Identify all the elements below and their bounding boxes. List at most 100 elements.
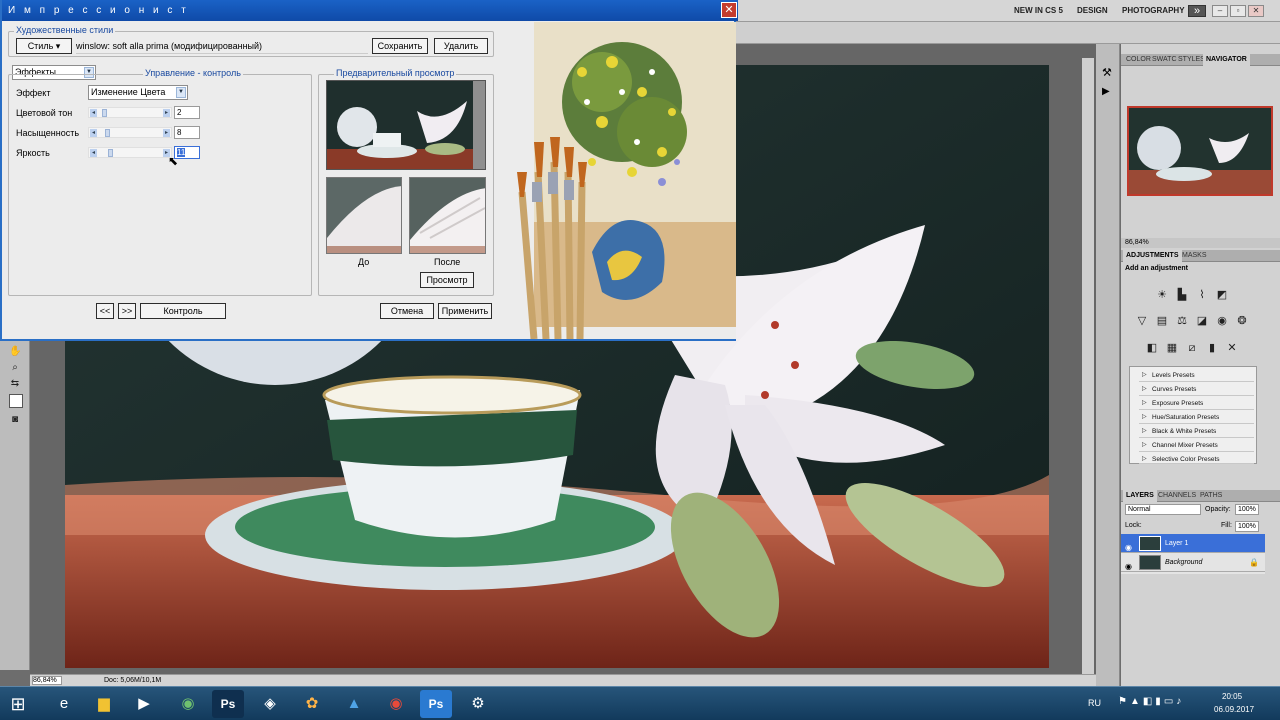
- layer-row-layer-1[interactable]: ◉ Layer 1: [1121, 534, 1265, 553]
- apply-button[interactable]: Применить: [438, 303, 492, 319]
- main-preview-image[interactable]: [326, 80, 486, 170]
- color-balance-icon[interactable]: ⚖: [1175, 314, 1189, 328]
- preview-button[interactable]: Просмотр: [420, 272, 474, 288]
- triangle-app-icon[interactable]: ▲: [338, 690, 370, 718]
- hue-slider-thumb[interactable]: [102, 109, 107, 117]
- preset-hue-saturation[interactable]: Hue/Saturation Presets: [1139, 411, 1254, 424]
- gradient-map-icon[interactable]: ▮: [1205, 341, 1219, 355]
- next-style-button[interactable]: >>: [118, 303, 136, 319]
- hue-slider[interactable]: ◂ ▸: [88, 107, 172, 118]
- file-explorer-icon[interactable]: ▆: [88, 690, 120, 718]
- close-app-button[interactable]: ✕: [1248, 5, 1264, 17]
- slider-left-arrow-icon[interactable]: ◂: [90, 129, 97, 137]
- hue-saturation-icon[interactable]: ▤: [1155, 314, 1169, 328]
- chrome-icon[interactable]: ◉: [380, 690, 412, 718]
- effect-select-value: Изменение Цвета: [91, 87, 166, 97]
- workspace-design[interactable]: DESIGN: [1077, 6, 1108, 15]
- status-zoom[interactable]: 86,84%: [32, 676, 62, 685]
- lock-label: Lock:: [1125, 522, 1142, 529]
- opacity-input[interactable]: 100%: [1235, 504, 1259, 515]
- restore-button[interactable]: ▫: [1230, 5, 1246, 17]
- app-icon[interactable]: ◈: [254, 690, 286, 718]
- preset-curves[interactable]: Curves Presets: [1139, 383, 1254, 396]
- paint-app-icon[interactable]: ✿: [296, 690, 328, 718]
- saturation-slider[interactable]: ◂ ▸: [88, 127, 172, 138]
- vibrance-icon[interactable]: ▽: [1135, 314, 1149, 328]
- tab-channels[interactable]: CHANNELS: [1155, 490, 1199, 502]
- hand-tool-icon[interactable]: ✋: [9, 346, 21, 358]
- layer-row-background[interactable]: ◉ Background 🔒: [1121, 553, 1265, 572]
- slider-right-arrow-icon[interactable]: ▸: [163, 129, 170, 137]
- slider-right-arrow-icon[interactable]: ▸: [163, 109, 170, 117]
- selective-color-icon[interactable]: ✕: [1225, 341, 1239, 355]
- invert-icon[interactable]: ◧: [1145, 341, 1159, 355]
- slider-left-arrow-icon[interactable]: ◂: [90, 109, 97, 117]
- brightness-slider[interactable]: ◂ ▸: [88, 147, 172, 158]
- navigator-zoom[interactable]: 86,84%: [1121, 238, 1280, 248]
- clock-time[interactable]: 20:05: [1222, 692, 1242, 701]
- channel-mixer-icon[interactable]: ❂: [1235, 314, 1249, 328]
- levels-icon[interactable]: ▙: [1175, 288, 1189, 302]
- control-button[interactable]: Контроль: [140, 303, 226, 319]
- internet-explorer-icon[interactable]: e: [48, 690, 80, 718]
- start-button-icon[interactable]: ⊞: [2, 690, 34, 718]
- saturation-input[interactable]: 8: [174, 126, 200, 139]
- swap-colors-icon[interactable]: ⇆: [9, 378, 21, 390]
- photoshop-icon-1[interactable]: Ps: [212, 690, 244, 718]
- more-workspaces-button[interactable]: »: [1188, 5, 1206, 17]
- tab-masks[interactable]: MASKS: [1179, 250, 1210, 262]
- navigator-thumbnail[interactable]: [1127, 106, 1273, 196]
- foreground-color-swatch[interactable]: [9, 394, 23, 408]
- navigator-tabs: COLOR SWATC STYLES NAVIGATOR: [1121, 54, 1280, 66]
- hue-input[interactable]: 2: [174, 106, 200, 119]
- cancel-button[interactable]: Отмена: [380, 303, 434, 319]
- style-name-field[interactable]: winslow: soft alla prima (модифицированн…: [76, 38, 368, 54]
- delete-style-button[interactable]: Удалить: [434, 38, 488, 54]
- preset-channel-mixer[interactable]: Channel Mixer Presets: [1139, 439, 1254, 452]
- black-white-icon[interactable]: ◪: [1195, 314, 1209, 328]
- clock-date[interactable]: 06.09.2017: [1214, 705, 1254, 714]
- prev-style-button[interactable]: <<: [96, 303, 114, 319]
- curves-icon[interactable]: ⌇: [1195, 288, 1209, 302]
- tray-icons[interactable]: ⚑▲◧▮▭♪: [1118, 696, 1184, 707]
- style-menu-button[interactable]: Стиль ▾: [16, 38, 72, 54]
- preset-exposure[interactable]: Exposure Presets: [1139, 397, 1254, 410]
- effect-select[interactable]: Изменение Цвета ▼: [88, 85, 188, 100]
- posterize-icon[interactable]: ▦: [1165, 341, 1179, 355]
- dialog-title: И м п р е с с и о н и с т: [2, 0, 738, 21]
- canvas-vertical-scrollbar[interactable]: [1082, 58, 1094, 674]
- tab-layers[interactable]: LAYERS: [1123, 490, 1157, 502]
- tab-paths[interactable]: PATHS: [1197, 490, 1225, 502]
- workspace-photography[interactable]: PHOTOGRAPHY: [1122, 6, 1185, 15]
- photo-filter-icon[interactable]: ◉: [1215, 314, 1229, 328]
- threshold-icon[interactable]: ⧄: [1185, 341, 1199, 355]
- brightness-icon[interactable]: ☀: [1155, 288, 1169, 302]
- fill-input[interactable]: 100%: [1235, 521, 1259, 532]
- visibility-eye-icon[interactable]: ◉: [1125, 557, 1132, 576]
- tool-app-icon[interactable]: ⚙: [462, 690, 494, 718]
- tab-adjustments[interactable]: ADJUSTMENTS: [1123, 250, 1182, 262]
- flowers-and-brushes-art: [512, 22, 736, 339]
- preset-black-white[interactable]: Black & White Presets: [1139, 425, 1254, 438]
- presets-list: Levels Presets Curves Presets Exposure P…: [1129, 366, 1257, 466]
- media-player-icon[interactable]: ▶: [128, 690, 160, 718]
- dialog-close-button[interactable]: ✕: [721, 2, 737, 18]
- history-icon[interactable]: ⚒: [1102, 66, 1112, 79]
- quick-mask-icon[interactable]: ◙: [9, 414, 21, 426]
- tab-navigator[interactable]: NAVIGATOR: [1203, 54, 1250, 66]
- workspace-new-in-cs5[interactable]: NEW IN CS 5: [1014, 6, 1063, 15]
- slider-left-arrow-icon[interactable]: ◂: [90, 149, 97, 157]
- brightness-slider-thumb[interactable]: [108, 149, 113, 157]
- minimize-button[interactable]: –: [1212, 5, 1228, 17]
- save-style-button[interactable]: Сохранить: [372, 38, 428, 54]
- actions-icon[interactable]: ▶: [1102, 86, 1110, 97]
- photoshop-icon-2[interactable]: Ps: [420, 690, 452, 718]
- preset-selective-color[interactable]: Selective Color Presets: [1139, 453, 1254, 466]
- blend-mode-select[interactable]: Normal: [1125, 504, 1201, 515]
- language-indicator[interactable]: RU: [1088, 698, 1101, 708]
- saturation-slider-thumb[interactable]: [105, 129, 110, 137]
- chrome-alt-icon[interactable]: ◉: [172, 690, 204, 718]
- exposure-icon[interactable]: ◩: [1215, 288, 1229, 302]
- preset-levels[interactable]: Levels Presets: [1139, 369, 1254, 382]
- zoom-tool-icon[interactable]: ⌕: [9, 362, 21, 374]
